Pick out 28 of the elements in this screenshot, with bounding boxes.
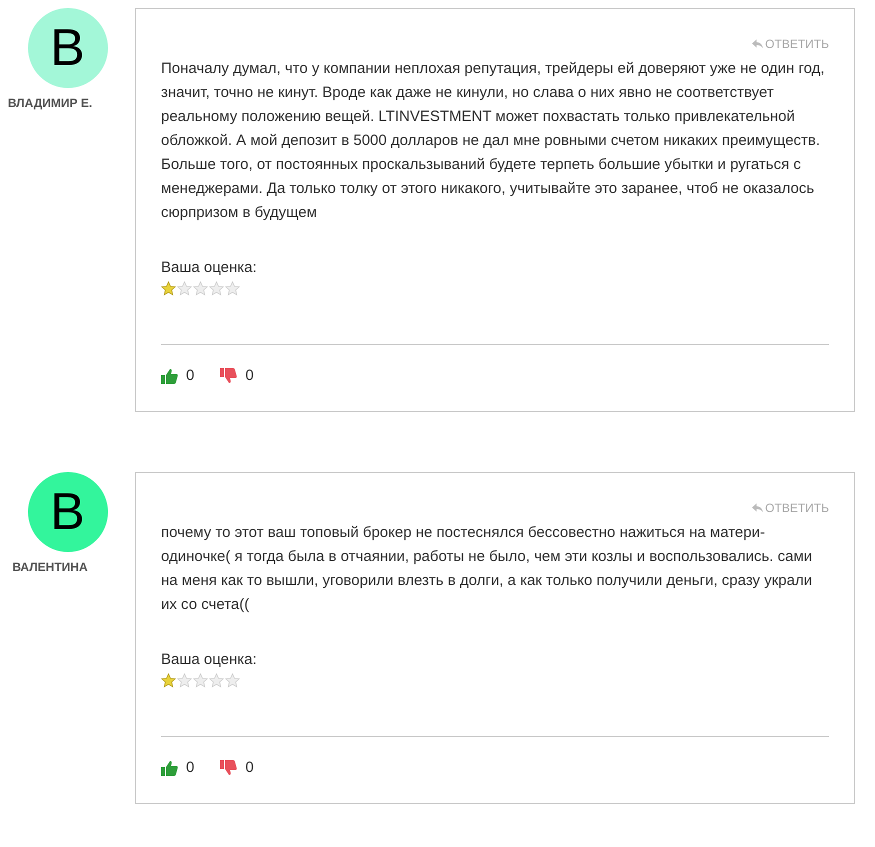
star-icon [177, 672, 192, 688]
star-icon [209, 672, 224, 688]
star-icon [193, 672, 208, 688]
like-button[interactable]: 0 [161, 756, 194, 779]
review-text: Поначалу думал, что у компании неплохая репутация, трейдеры ей доверяют уже не один год, значит, точно не кинут. Вроде как даже не кинули, но слава о них явно не соответствует реальному положению вещей. LTINVESTMENT может похвастать только привлекательной обложкой. А мой депозит в 5000 долларов не дал мне ровными счетом никаких преимуществ. Больше того, от постоянных проскальзываний будете терпеть большие убытки и ругаться с менеджерами. Да только толку от этого никакого, учитывайте это заранее, чтоб не оказалось сюрпризом в будущем [161, 59, 826, 223]
star-icon [193, 280, 208, 296]
review-text: почему то этот ваш топовый брокер не постеснялся бессовестно нажиться на матери-одиночке( я тогда была в отчаянии, работы не было, чем эти козлы и воспользовались. сами на меня как то вышли, уговорили влезть в долги, а как только получили деньги, сразу украли их со счета(( [161, 523, 814, 615]
star-icon [161, 280, 176, 296]
star-icon [225, 672, 240, 688]
dislike-button[interactable]: 0 [220, 364, 254, 387]
star-icon [209, 280, 224, 296]
star-icon [177, 280, 192, 296]
thumbs-down-icon [220, 368, 238, 384]
rating-label: Ваша оценка: [161, 650, 258, 670]
reply-icon [752, 39, 764, 49]
rating-label: Ваша оценка: [161, 258, 258, 278]
author-name: ВЛАДИМИР Е. [8, 95, 92, 112]
like-button[interactable]: 0 [161, 364, 194, 387]
author-name: ВАЛЕНТИНА [12, 559, 88, 576]
thumbs-up-icon [161, 368, 178, 384]
reply-icon [752, 503, 764, 513]
thumbs-up-icon [161, 760, 178, 776]
star-icon [225, 280, 240, 296]
dislike-button[interactable]: 0 [220, 756, 254, 779]
thumbs-down-icon [220, 760, 238, 776]
avatar: В [28, 472, 108, 552]
avatar: В [28, 8, 108, 88]
star-icon [161, 672, 176, 688]
